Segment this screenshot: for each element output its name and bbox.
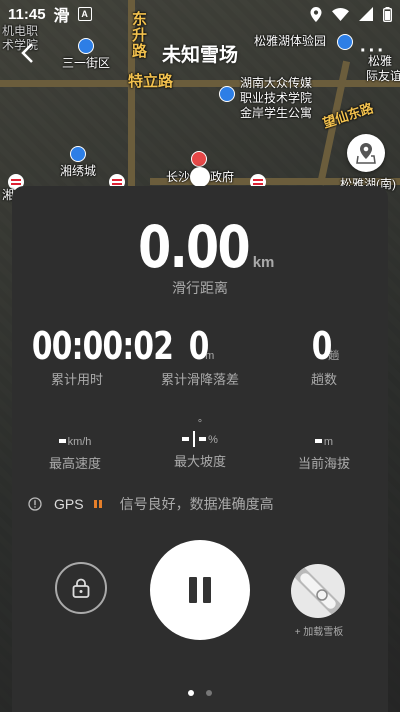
max-slope-label: 最大坡度 <box>173 454 226 469</box>
gps-label: GPS <box>54 496 84 512</box>
map-locate-button[interactable] <box>347 134 385 172</box>
altitude-unit: m <box>323 436 334 448</box>
max-speed-empty-mark <box>58 438 66 443</box>
vertical-drop-stat: 0m 累计滑降落差 <box>150 326 250 388</box>
gps-status-text: 信号良好，数据准确度高 <box>119 496 274 512</box>
page-dot[interactable] <box>206 690 212 696</box>
vertical-drop-value: 0 <box>188 324 209 368</box>
max-slope-empty-mark <box>199 436 207 441</box>
info-icon <box>28 497 42 511</box>
distance-label: 滑行距离 <box>172 280 228 296</box>
max-speed-stat: km/h 最高速度 <box>30 432 120 472</box>
status-time: 11:45 <box>8 5 46 23</box>
map-label: 长沙 <box>166 170 191 184</box>
header: 未知雪场 ··· <box>0 30 400 76</box>
pause-icon <box>189 577 197 603</box>
map-poi-icon <box>219 86 235 102</box>
government-poi-icon <box>191 151 207 167</box>
max-slope-degree: ° <box>197 418 203 430</box>
tracking-panel: 0.00 km 滑行距离 00:00:02 累计用时 0m 累计滑降落差 0趟 趟… <box>12 186 388 712</box>
current-location-marker <box>190 167 210 187</box>
distance-unit: km <box>252 254 275 271</box>
distance-value: 0.00 <box>137 213 250 281</box>
runs-label: 趟数 <box>310 372 337 387</box>
map-label: 金岸学生公寓 <box>240 106 313 120</box>
max-speed-label: 最高速度 <box>48 456 101 471</box>
snowboard-icon <box>294 567 342 615</box>
max-slope-divider <box>193 430 196 447</box>
a-badge-icon: A <box>77 7 92 21</box>
gps-signal-icon <box>93 500 102 508</box>
max-speed-unit: km/h <box>67 436 92 448</box>
lock-button[interactable] <box>55 562 107 614</box>
max-slope-stat: ° % 最大坡度 <box>155 418 245 470</box>
map-label: 湘绣城 <box>60 164 97 178</box>
more-options-button[interactable]: ··· <box>360 40 386 63</box>
load-snowboard-button[interactable] <box>291 564 345 618</box>
page-dot-active[interactable] <box>188 690 194 696</box>
battery-icon <box>383 6 392 22</box>
map-label: 政府 <box>210 170 235 184</box>
map-pin-icon <box>356 143 376 164</box>
map-road-label: 特立路 <box>128 73 174 90</box>
map-road-label: 望仙东路 <box>320 100 376 131</box>
elapsed-time-stat: 00:00:02 累计用时 <box>12 326 174 388</box>
pause-button[interactable] <box>150 540 250 640</box>
location-icon <box>310 6 322 22</box>
more-dots-icon: ··· <box>360 40 386 62</box>
page-title: 未知雪场 <box>161 45 238 66</box>
altitude-label: 当前海拔 <box>297 456 350 471</box>
altitude-empty-mark <box>314 438 322 443</box>
signal-icon <box>359 7 373 21</box>
altitude-stat: m 当前海拔 <box>282 432 366 472</box>
map-label: 职业技术学院 <box>240 91 313 105</box>
map-label: 湖南大众传媒 <box>240 76 313 90</box>
page-indicator <box>12 690 388 696</box>
vertical-drop-label: 累计滑降落差 <box>160 372 239 387</box>
max-slope-unit: % <box>208 434 218 446</box>
pause-icon <box>203 577 211 603</box>
app-notification-icon: 滑 <box>53 8 70 25</box>
map-poi-icon <box>70 146 86 162</box>
lock-icon <box>72 578 90 598</box>
load-snowboard-label: + 加载雪板 <box>294 627 344 638</box>
max-slope-empty-mark <box>182 436 190 441</box>
wifi-icon <box>332 7 349 21</box>
status-bar: 11:45 滑 A <box>0 0 400 28</box>
distance-stat: 0.00 km 滑行距离 <box>12 218 388 298</box>
elapsed-time-label: 累计用时 <box>50 372 103 387</box>
runs-stat: 0趟 趟数 <box>282 326 366 388</box>
runs-value: 0 <box>311 324 333 368</box>
gps-status-row: GPS 信号良好，数据准确度高 <box>28 494 274 514</box>
